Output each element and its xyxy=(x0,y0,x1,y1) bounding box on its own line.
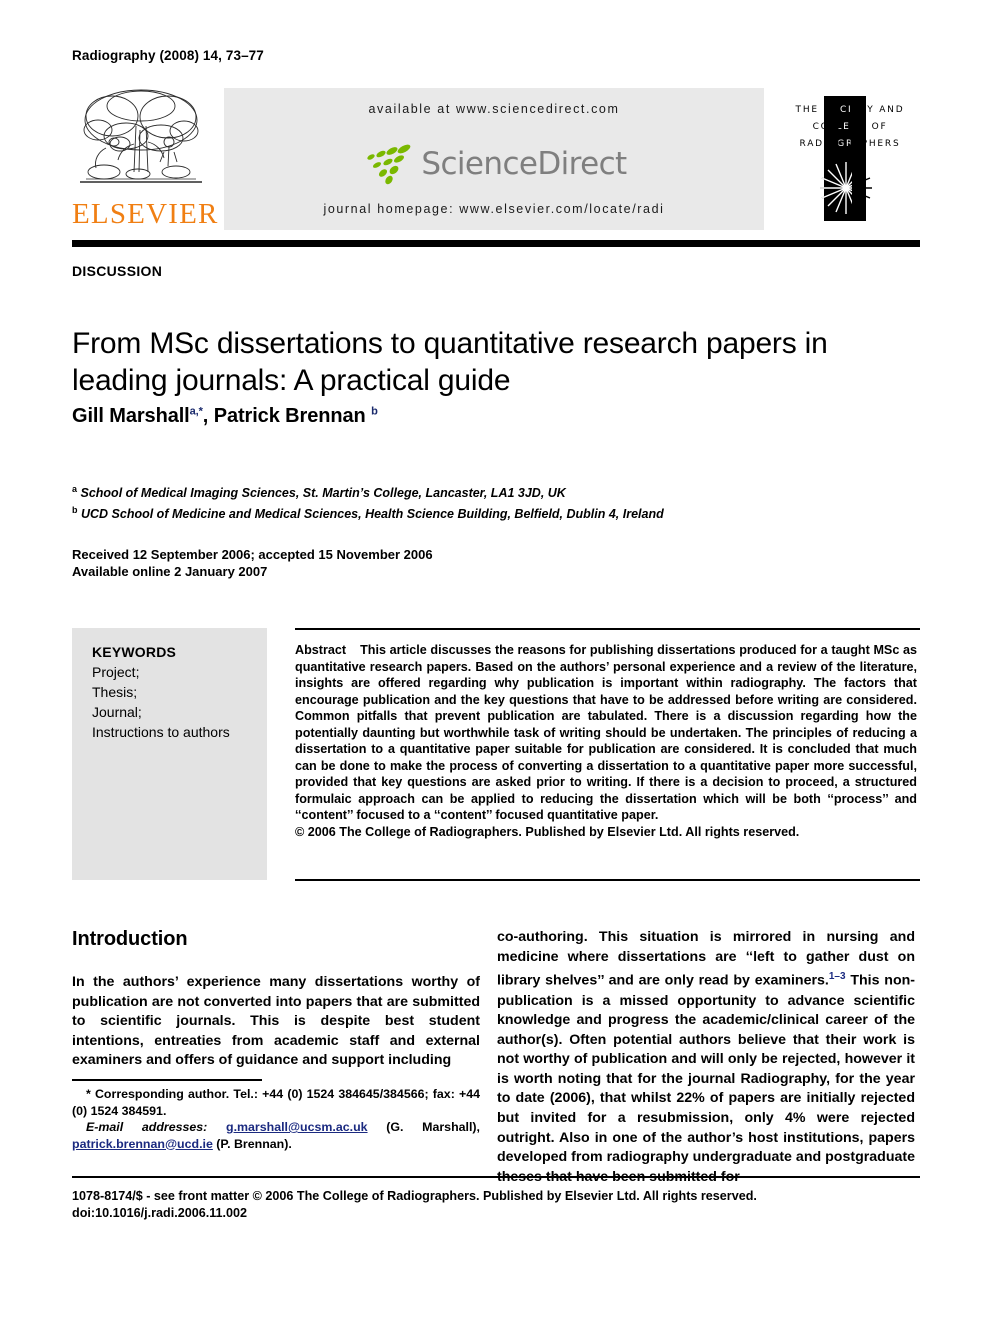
issn-copyright-line: 1078-8174/$ - see front matter © 2006 Th… xyxy=(72,1189,757,1203)
available-online-date: Available online 2 January 2007 xyxy=(72,564,268,579)
sciencedirect-leaf-icon xyxy=(367,144,411,185)
affiliation-marker-b: b xyxy=(72,505,78,516)
author-marker-2: b xyxy=(371,405,378,418)
running-head: Radiography (2008) 14, 73–77 xyxy=(72,48,264,63)
author-list: Gill Marshalla,*, Patrick Brennan b xyxy=(72,405,862,428)
footnote-divider xyxy=(72,1079,262,1081)
sciencedirect-wordmark: ScienceDirect xyxy=(421,146,627,182)
corresponding-author-note: * Corresponding author. Tel.: +44 (0) 15… xyxy=(72,1087,480,1118)
abstract-text: This article discusses the reasons for p… xyxy=(295,643,917,822)
keyword-item: Instructions to authors xyxy=(92,724,230,740)
author-name-2: Patrick Brennan xyxy=(213,405,366,427)
affiliation-marker-a: a xyxy=(72,484,78,494)
elsevier-tree-icon xyxy=(80,89,202,183)
email-owner-marshall: (G. Marshall), xyxy=(386,1120,480,1134)
affiliations: a School of Medical Imaging Sciences, St… xyxy=(72,481,862,523)
citation-reference: 1–3 xyxy=(828,971,846,983)
keyword-item: Thesis; xyxy=(92,684,138,700)
affiliation-b: b UCD School of Medicine and Medical Sci… xyxy=(72,502,862,523)
section-kicker: DISCUSSION xyxy=(72,263,163,279)
email-owner-brennan: (P. Brennan). xyxy=(216,1136,292,1151)
masthead-divider xyxy=(72,240,920,247)
abstract-label: Abstract xyxy=(295,643,347,657)
journal-homepage-text: journal homepage: www.elsevier.com/locat… xyxy=(323,202,665,216)
abstract-rule-bottom xyxy=(295,879,920,881)
keyword-item: Journal; xyxy=(92,704,142,720)
introduction-paragraph-left: In the authors’ experience many disserta… xyxy=(72,974,480,1069)
author-marker-1: a,* xyxy=(189,405,203,418)
available-at-text: available at www.sciencedirect.com xyxy=(368,102,620,116)
email-link-brennan[interactable]: patrick.brennan@ucd.ie xyxy=(72,1137,213,1151)
journal-article-page: Radiography (2008) 14, 73–77 ELSEVIER av… xyxy=(0,0,992,1323)
email-link-marshall[interactable]: g.marshall@ucsm.ac.uk xyxy=(226,1120,368,1134)
keyword-item: Project; xyxy=(92,664,140,680)
author-name-1: Gill Marshall xyxy=(72,405,190,427)
affiliation-text-a: School of Medical Imaging Sciences, St. … xyxy=(80,486,566,501)
sciencedirect-banner: available at www.sciencedirect.com Scien… xyxy=(224,88,764,230)
right-column-text-part2: This non-publication is a missed opportu… xyxy=(497,972,916,1185)
affiliation-text-b: UCD School of Medicine and Medical Scien… xyxy=(80,507,664,522)
elsevier-wordmark: ELSEVIER xyxy=(72,198,219,230)
society-logo-graphic: THE SOCIETY AND COLLEGE OF RADIOGRAPHERS… xyxy=(795,96,903,221)
page-footer: 1078-8174/$ - see front matter © 2006 Th… xyxy=(72,1188,920,1222)
email-label: E-mail addresses: xyxy=(86,1120,208,1134)
abstract-block: Abstract This article discusses the reaso… xyxy=(295,642,917,840)
email-addresses-note: E-mail addresses: g.marshall@ucsm.ac.uk … xyxy=(72,1119,480,1152)
society-college-radiographers-logo: THE SOCIETY AND COLLEGE OF RADIOGRAPHERS… xyxy=(780,96,920,226)
abstract-copyright: © 2006 The College of Radiographers. Pub… xyxy=(295,824,800,839)
abstract-rule-top xyxy=(295,628,920,630)
elsevier-logo: ELSEVIER xyxy=(72,86,219,234)
body-column-right: co-authoring. This situation is mirrored… xyxy=(497,928,915,1187)
keywords-panel: KEYWORDS Project; Thesis; Journal; Instr… xyxy=(72,628,267,880)
affiliation-a: a School of Medical Imaging Sciences, St… xyxy=(72,481,862,502)
body-column-left: Introduction In the authors’ experience … xyxy=(72,928,480,1071)
introduction-heading: Introduction xyxy=(72,928,188,950)
author-separator: , xyxy=(202,405,214,427)
introduction-paragraph-right: co-authoring. This situation is mirrored… xyxy=(497,928,915,1187)
keywords-heading: KEYWORDS xyxy=(92,644,177,660)
sciencedirect-logo: ScienceDirect xyxy=(224,136,764,192)
keywords-content: KEYWORDS Project; Thesis; Journal; Instr… xyxy=(92,642,262,742)
footer-divider xyxy=(72,1176,920,1178)
page-title: From MSc dissertations to quantitative r… xyxy=(72,327,828,398)
footnote-block: * Corresponding author. Tel.: +44 (0) 15… xyxy=(72,1086,480,1152)
article-dates: Received 12 September 2006; accepted 15 … xyxy=(72,546,862,580)
masthead: ELSEVIER available at www.sciencedirect.… xyxy=(72,86,920,236)
doi-line: doi:10.1016/j.radi.2006.11.002 xyxy=(72,1206,248,1220)
received-accepted-date: Received 12 September 2006; accepted 15 … xyxy=(72,547,433,562)
